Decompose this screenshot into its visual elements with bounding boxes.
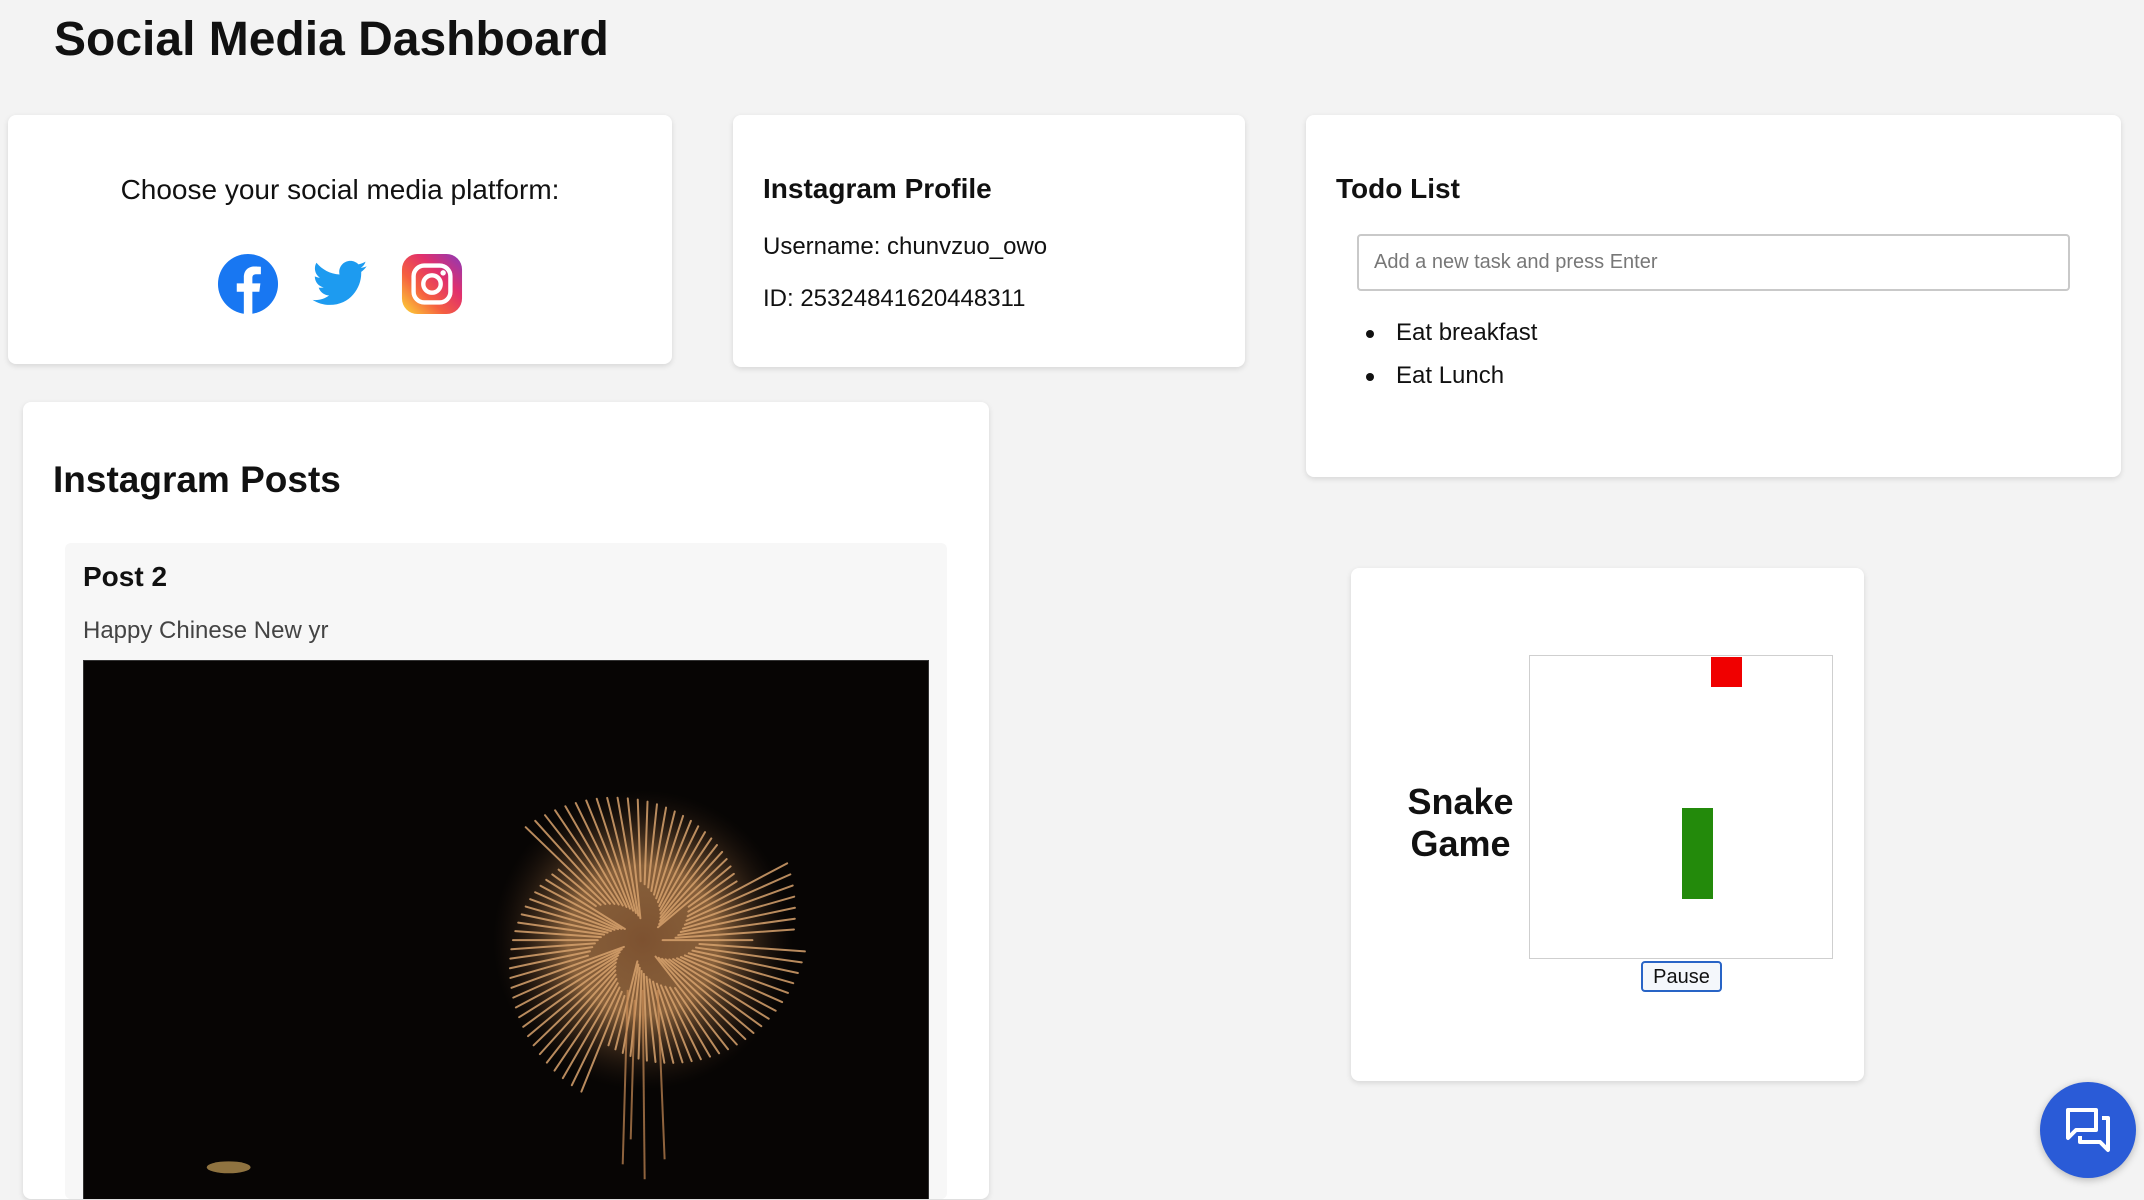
todo-item-label: Eat breakfast	[1396, 319, 1538, 346]
facebook-icon[interactable]	[217, 253, 279, 315]
instagram-profile-card: Instagram Profile Username: chunvzuo_owo…	[733, 115, 1245, 367]
snake-game-title: Snake Game	[1407, 781, 1514, 864]
snake-game-card: Snake Game Pause	[1351, 568, 1864, 1081]
todo-item: Eat breakfast	[1366, 311, 1538, 354]
todo-heading: Todo List	[1336, 173, 1460, 204]
todo-item-label: Eat Lunch	[1396, 362, 1505, 389]
snake-body	[1682, 808, 1713, 899]
profile-username: Username: chunvzuo_owo	[763, 233, 1048, 260]
page-title: Social Media Dashboard	[54, 13, 609, 66]
instagram-posts-card: Instagram Posts Post 2 Happy Chinese New…	[23, 402, 989, 1199]
posts-heading: Instagram Posts	[53, 459, 341, 500]
bullet-icon	[1366, 330, 1374, 338]
todo-list-card: Todo List Eat breakfast Eat Lunch	[1306, 115, 2121, 477]
todo-item: Eat Lunch	[1366, 354, 1537, 397]
bullet-icon	[1366, 373, 1374, 381]
firework-image	[84, 661, 928, 1199]
twitter-icon[interactable]	[309, 253, 371, 315]
profile-id: ID: 25324841620448311	[763, 285, 1026, 312]
platform-chooser-card: Choose your social media platform:	[8, 115, 672, 364]
todo-items: Eat breakfast Eat Lunch	[1366, 311, 1538, 397]
post-item: Post 2 Happy Chinese New yr	[65, 543, 947, 1199]
chat-button[interactable]	[2040, 1082, 2136, 1178]
platform-icons	[8, 253, 672, 315]
profile-heading: Instagram Profile	[763, 173, 992, 204]
pause-button[interactable]: Pause	[1641, 961, 1722, 992]
chat-bubbles-icon	[2066, 1108, 2110, 1152]
snake-food	[1711, 657, 1742, 687]
post-title: Post 2	[83, 561, 168, 592]
snake-game-board[interactable]	[1529, 655, 1833, 959]
post-caption: Happy Chinese New yr	[83, 617, 329, 644]
post-image	[83, 660, 929, 1199]
platform-chooser-label: Choose your social media platform:	[120, 174, 560, 205]
todo-input[interactable]	[1357, 234, 2070, 291]
instagram-icon[interactable]	[401, 253, 463, 315]
